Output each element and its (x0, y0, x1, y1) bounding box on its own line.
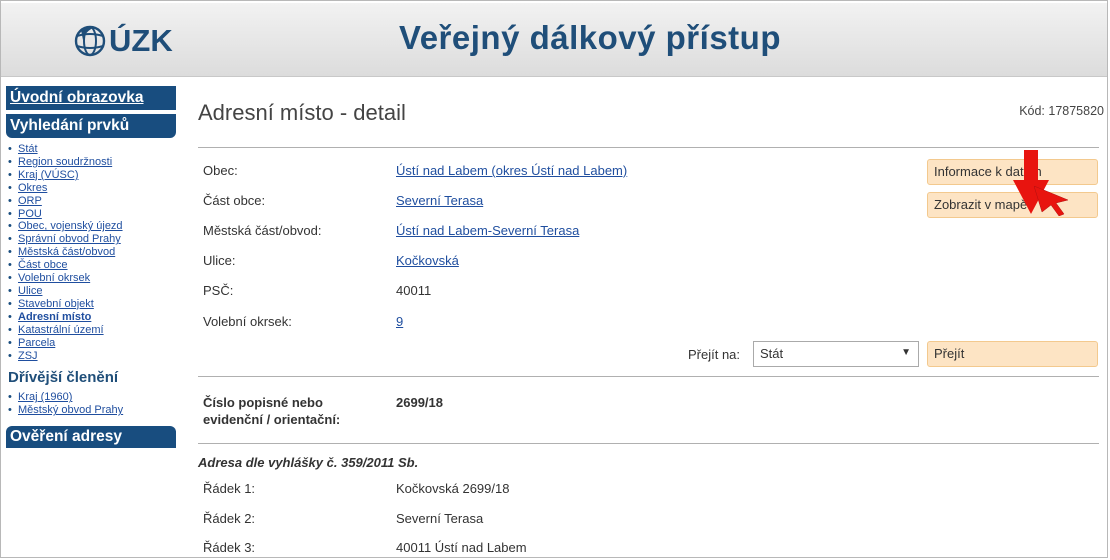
address-line-label: Řádek 1: (203, 481, 256, 496)
sidebar-link-mestsky-obvod-prahy[interactable]: Městský obvod Prahy (18, 404, 123, 416)
address-line-value: Kočkovská 2699/18 (396, 481, 510, 496)
ulice-link[interactable]: Kočkovská (396, 253, 459, 268)
list-item: ZSJ (8, 350, 176, 363)
logo-text: ÚZK (109, 23, 173, 58)
sidebar-home-link[interactable]: Úvodní obrazovka (6, 86, 176, 110)
sidebar-link-adresni-misto[interactable]: Adresní místo (18, 311, 91, 323)
number-label-line1: Číslo popisné nebo (203, 395, 323, 410)
list-item: ORP (8, 195, 176, 208)
sidebar-link-cast-obce[interactable]: Část obce (18, 259, 68, 271)
sidebar-link-stavebni-objekt[interactable]: Stavební objekt (18, 298, 94, 310)
list-item: Katastrální území (8, 324, 176, 337)
address-heading: Adresa dle vyhlášky č. 359/2011 Sb. (198, 455, 419, 470)
field-value-obec: Ústí nad Labem (okres Ústí nad Labem) (396, 163, 627, 178)
number-value: 2699/18 (396, 395, 443, 410)
list-item: Region soudržnosti (8, 156, 176, 169)
sidebar-link-pou[interactable]: POU (18, 208, 42, 220)
cast-obce-link[interactable]: Severní Terasa (396, 193, 483, 208)
sidebar-link-zsj[interactable]: ZSJ (18, 350, 38, 362)
pointer-arrow-icon (1034, 186, 1069, 216)
list-item: Městský obvod Prahy (8, 404, 176, 417)
page-header: ÚZK Veřejný dálkový přístup (1, 3, 1107, 77)
address-line-value: 40011 Ústí nad Labem (396, 540, 527, 555)
sidebar: Úvodní obrazovka Vyhledání prvků Stát Re… (6, 86, 176, 449)
divider (198, 443, 1099, 444)
field-value-cast-obce: Severní Terasa (396, 193, 483, 208)
sidebar-link-katastralni-uzemi[interactable]: Katastrální území (18, 324, 104, 336)
list-item: POU (8, 208, 176, 221)
list-item: Ulice (8, 285, 176, 298)
sidebar-former-list: Kraj (1960) Městský obvod Prahy (6, 391, 176, 417)
number-label-line2: evidenční / orientační: (203, 412, 341, 427)
field-label-volebni-okrsek: Volební okrsek: (203, 314, 292, 329)
sidebar-link-kraj-1960[interactable]: Kraj (1960) (18, 391, 72, 403)
volebni-okrsek-link[interactable]: 9 (396, 314, 403, 329)
list-item: Volební okrsek (8, 272, 176, 285)
list-item: Adresní místo (8, 311, 176, 324)
address-line-value: Severní Terasa (396, 511, 484, 526)
list-item: Kraj (1960) (8, 391, 176, 404)
list-item: Kraj (VÚSC) (8, 169, 176, 182)
divider (198, 147, 1099, 148)
divider (198, 376, 1099, 377)
list-item: Správní obvod Prahy (8, 233, 176, 246)
goto-select-value: Stát (760, 346, 784, 361)
sidebar-former-heading: Dřívější členění (8, 369, 119, 387)
globe-logo-icon (74, 25, 106, 57)
sidebar-link-volebni-okrsek[interactable]: Volební okrsek (18, 272, 90, 284)
address-line-label: Řádek 2: (203, 511, 256, 526)
sidebar-link-spravni-obvod[interactable]: Správní obvod Prahy (18, 233, 121, 245)
caret-down-icon: ▼ (901, 347, 911, 358)
sidebar-link-okres[interactable]: Okres (18, 182, 47, 194)
sidebar-link-obec[interactable]: Obec, vojenský újezd (18, 220, 123, 232)
list-item: Okres (8, 182, 176, 195)
field-label-mestska-cast: Městská část/obvod: (203, 223, 322, 238)
sidebar-link-parcela[interactable]: Parcela (18, 337, 55, 349)
list-item: Parcela (8, 337, 176, 350)
list-item: Obec, vojenský újezd (8, 220, 176, 233)
obec-link[interactable]: Ústí nad Labem (okres Ústí nad Labem) (396, 163, 627, 178)
sidebar-verify-heading[interactable]: Ověření adresy (6, 426, 176, 449)
field-value-ulice: Kočkovská (396, 253, 459, 268)
mestska-cast-link[interactable]: Ústí nad Labem-Severní Terasa (396, 223, 579, 238)
field-label-obec: Obec: (203, 163, 238, 178)
goto-label: Přejít na: (688, 347, 741, 362)
sidebar-search-list: Stát Region soudržnosti Kraj (VÚSC) Okre… (6, 143, 176, 362)
field-value-volebni-okrsek: 9 (396, 314, 403, 329)
sidebar-link-orp[interactable]: ORP (18, 195, 42, 207)
field-label-cast-obce: Část obce: (203, 193, 266, 208)
sidebar-link-kraj[interactable]: Kraj (VÚSC) (18, 169, 79, 181)
field-value-psc: 40011 (396, 283, 432, 298)
cuzk-logo[interactable]: ÚZK (73, 22, 173, 60)
field-label-ulice: Ulice: (203, 253, 236, 268)
list-item: Část obce (8, 259, 176, 272)
list-item: Stát (8, 143, 176, 156)
sidebar-link-stat[interactable]: Stát (18, 143, 38, 155)
page-title: Adresní místo - detail (198, 100, 406, 125)
record-code: Kód: 17875820 (1019, 104, 1104, 118)
goto-button[interactable]: Přejít (927, 341, 1098, 367)
list-item: Městská část/obvod (8, 246, 176, 259)
field-label-psc: PSČ: (203, 283, 234, 298)
sidebar-link-region[interactable]: Region soudržnosti (18, 156, 112, 168)
sidebar-link-ulice[interactable]: Ulice (18, 285, 42, 297)
page-header-title: Veřejný dálkový přístup (399, 19, 781, 56)
sidebar-link-mestska-cast[interactable]: Městská část/obvod (18, 246, 115, 258)
address-line-label: Řádek 3: (203, 540, 256, 555)
field-value-mestska-cast: Ústí nad Labem-Severní Terasa (396, 223, 579, 238)
goto-select[interactable]: Stát ▼ (753, 341, 919, 367)
sidebar-search-heading: Vyhledání prvků (6, 114, 176, 138)
list-item: Stavební objekt (8, 298, 176, 311)
